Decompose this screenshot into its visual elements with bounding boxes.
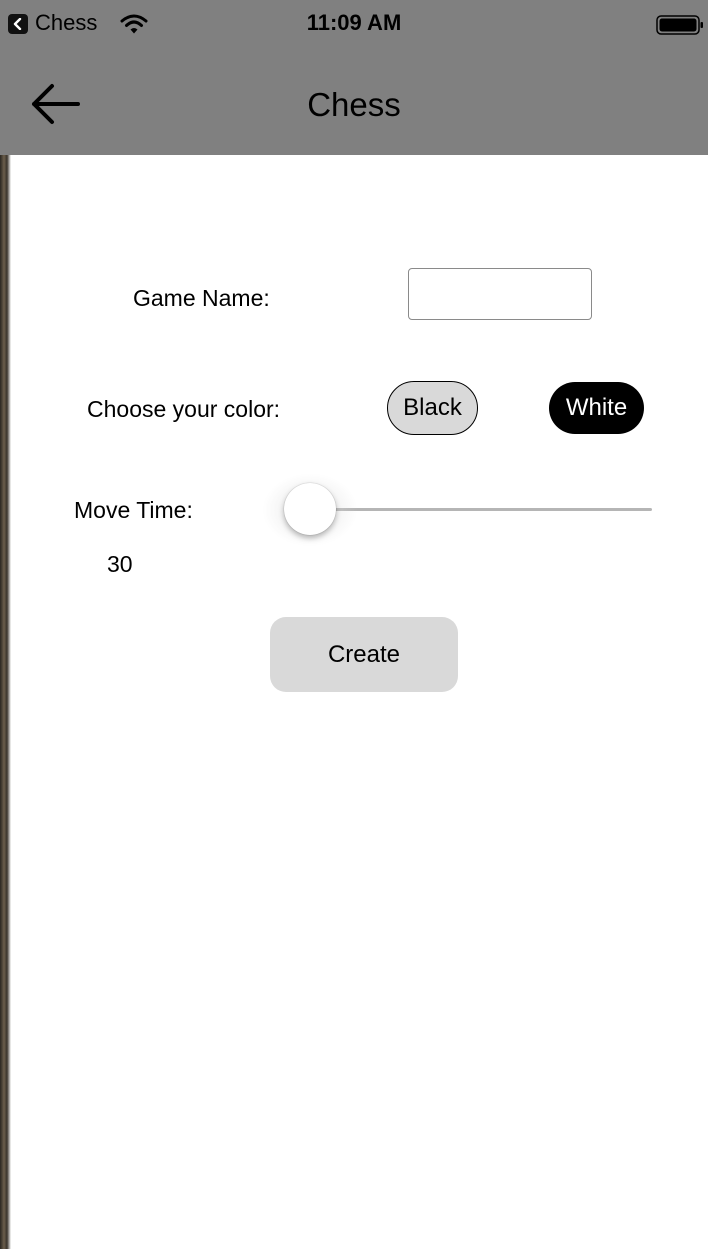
color-label: Choose your color:	[87, 396, 281, 422]
status-bar: Chess 11:09 AM	[0, 0, 708, 50]
create-button[interactable]: Create	[270, 617, 458, 692]
move-time-value: 30	[107, 551, 133, 577]
battery-icon	[656, 15, 703, 35]
status-clock: 11:09 AM	[306, 10, 402, 35]
page-title: Chess	[307, 86, 401, 123]
black-color-button[interactable]: Black	[387, 381, 478, 435]
white-color-button[interactable]: White	[549, 382, 644, 434]
left-edge-strip	[0, 155, 11, 1249]
move-time-label: Move Time:	[74, 497, 193, 523]
move-time-slider-track[interactable]	[310, 508, 652, 511]
game-name-label: Game Name:	[133, 285, 270, 311]
move-time-slider-thumb[interactable]	[284, 483, 336, 535]
game-name-input[interactable]	[408, 268, 592, 320]
